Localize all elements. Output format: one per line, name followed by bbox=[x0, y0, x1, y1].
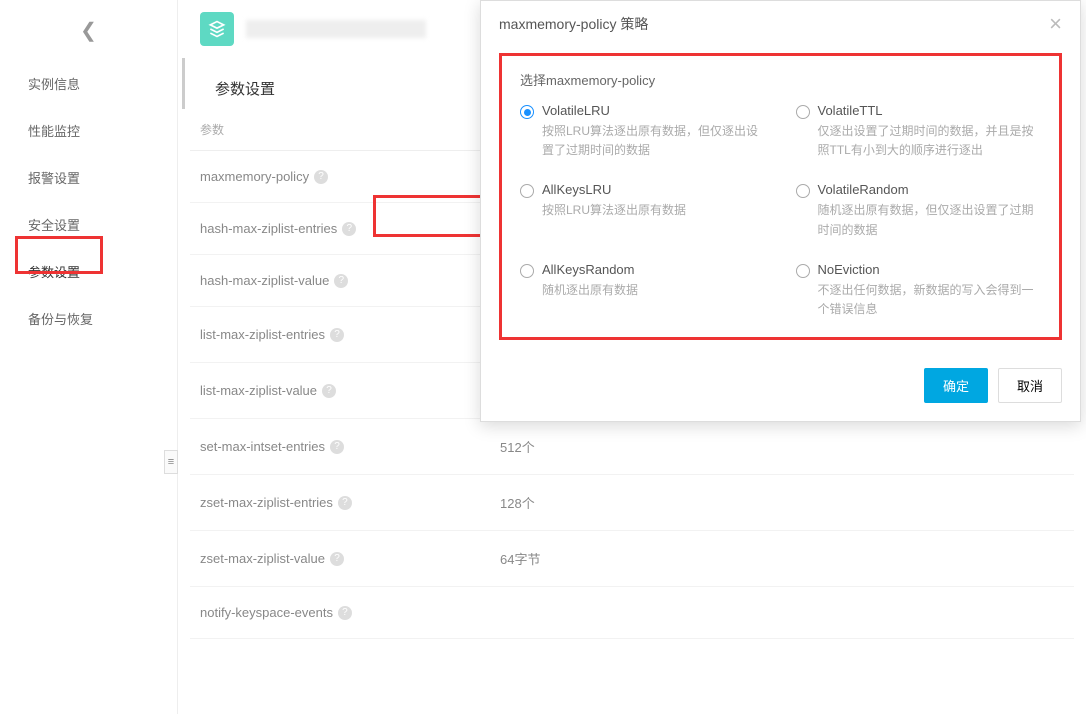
radio-volatile-ttl[interactable] bbox=[796, 105, 810, 119]
param-name-label: hash-max-ziplist-entries bbox=[200, 221, 337, 236]
collapse-handle-icon[interactable]: ≡ bbox=[164, 450, 178, 474]
app-icon bbox=[200, 12, 234, 46]
param-name-label: maxmemory-policy bbox=[200, 169, 309, 184]
confirm-button[interactable]: 确定 bbox=[924, 368, 988, 403]
radio-desc: 不逐出任何数据，新数据的写入会得到一个错误信息 bbox=[818, 281, 1042, 319]
help-icon[interactable]: ? bbox=[330, 440, 344, 454]
radio-label: AllKeysRandom bbox=[542, 262, 638, 277]
radio-label: AllKeysLRU bbox=[542, 182, 686, 197]
sidebar-item-alarm[interactable]: 报警设置 bbox=[0, 154, 177, 201]
param-name-label: list-max-ziplist-value bbox=[200, 383, 317, 398]
radio-label: NoEviction bbox=[818, 262, 1042, 277]
close-icon[interactable]: × bbox=[1049, 13, 1062, 35]
help-icon[interactable]: ? bbox=[338, 606, 352, 620]
param-name-label: notify-keyspace-events bbox=[200, 605, 333, 620]
help-icon[interactable]: ? bbox=[342, 222, 356, 236]
instance-title-blurred bbox=[246, 20, 426, 38]
modal-title: maxmemory-policy 策略 bbox=[499, 14, 648, 34]
param-row[interactable]: zset-max-ziplist-value? 64字节 bbox=[190, 531, 1074, 587]
help-icon[interactable]: ? bbox=[330, 328, 344, 342]
policy-modal: maxmemory-policy 策略 × 选择maxmemory-policy… bbox=[480, 0, 1081, 422]
radio-desc: 仅逐出设置了过期时间的数据，并且是按照TTL有小到大的顺序进行逐出 bbox=[818, 122, 1042, 160]
param-name-label: list-max-ziplist-entries bbox=[200, 327, 325, 342]
sidebar-item-instance-info[interactable]: 实例信息 bbox=[0, 60, 177, 107]
back-icon[interactable]: ❮ bbox=[80, 18, 97, 43]
radio-desc: 随机逐出原有数据，但仅逐出设置了过期时间的数据 bbox=[818, 201, 1042, 239]
radio-allkeys-lru[interactable] bbox=[520, 184, 534, 198]
help-icon[interactable]: ? bbox=[334, 274, 348, 288]
radio-label: VolatileRandom bbox=[818, 182, 1042, 197]
radio-desc: 按照LRU算法逐出原有数据，但仅逐出设置了过期时间的数据 bbox=[542, 122, 766, 160]
param-name-label: set-max-intset-entries bbox=[200, 439, 325, 454]
radio-label: VolatileTTL bbox=[818, 103, 1042, 118]
cancel-button[interactable]: 取消 bbox=[998, 368, 1062, 403]
sidebar: ❮ 实例信息 性能监控 报警设置 安全设置 参数设置 备份与恢复 bbox=[0, 0, 178, 714]
param-row[interactable]: zset-max-ziplist-entries? 128个 bbox=[190, 475, 1074, 531]
help-icon[interactable]: ? bbox=[338, 496, 352, 510]
param-name-label: zset-max-ziplist-entries bbox=[200, 495, 333, 510]
sidebar-item-security[interactable]: 安全设置 bbox=[0, 201, 177, 248]
sidebar-item-params[interactable]: 参数设置 bbox=[0, 248, 177, 295]
param-value: 512个 bbox=[500, 437, 535, 456]
side-nav: 实例信息 性能监控 报警设置 安全设置 参数设置 备份与恢复 bbox=[0, 60, 177, 342]
help-icon[interactable]: ? bbox=[322, 384, 336, 398]
help-icon[interactable]: ? bbox=[330, 552, 344, 566]
help-icon[interactable]: ? bbox=[314, 170, 328, 184]
radio-allkeys-random[interactable] bbox=[520, 264, 534, 278]
param-row[interactable]: notify-keyspace-events? bbox=[190, 587, 1074, 639]
radio-volatile-lru[interactable] bbox=[520, 105, 534, 119]
radio-desc: 按照LRU算法逐出原有数据 bbox=[542, 201, 686, 220]
highlight-modal-body: 选择maxmemory-policy VolatileLRU 按照LRU算法逐出… bbox=[499, 53, 1062, 340]
param-value: 128个 bbox=[500, 493, 535, 512]
param-name-label: hash-max-ziplist-value bbox=[200, 273, 329, 288]
param-row[interactable]: set-max-intset-entries? 512个 bbox=[190, 419, 1074, 475]
sidebar-item-performance[interactable]: 性能监控 bbox=[0, 107, 177, 154]
select-label: 选择maxmemory-policy bbox=[520, 70, 1041, 89]
param-name-label: zset-max-ziplist-value bbox=[200, 551, 325, 566]
radio-volatile-random[interactable] bbox=[796, 184, 810, 198]
radio-noeviction[interactable] bbox=[796, 264, 810, 278]
param-value: 64字节 bbox=[500, 549, 540, 568]
radio-desc: 随机逐出原有数据 bbox=[542, 281, 638, 300]
sidebar-item-backup[interactable]: 备份与恢复 bbox=[0, 295, 177, 342]
radio-label: VolatileLRU bbox=[542, 103, 766, 118]
